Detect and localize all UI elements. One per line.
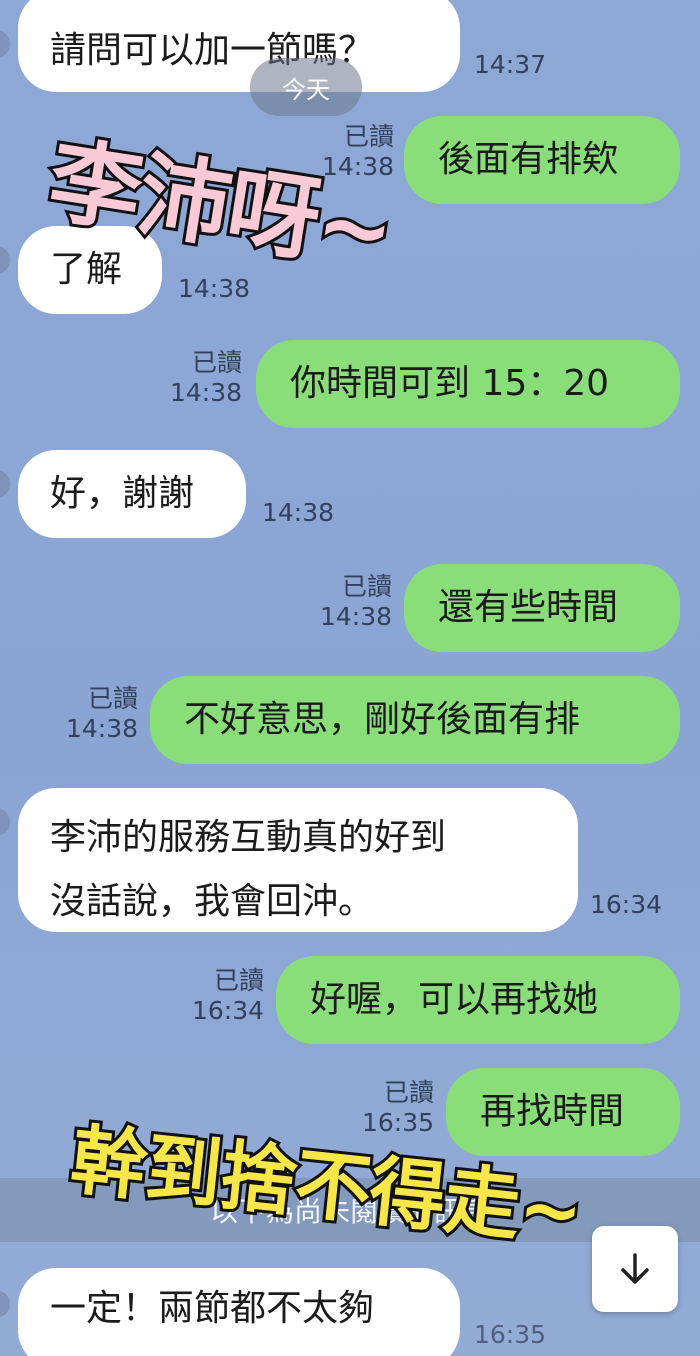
message-meta: 14:38	[178, 274, 250, 304]
scroll-to-bottom-button[interactable]	[592, 1226, 678, 1312]
message-meta: 已讀 14:38	[320, 572, 392, 632]
message-text: 不好意思，剛好後面有排	[184, 699, 581, 740]
message-meta: 14:37	[474, 50, 546, 80]
message-time: 14:38	[178, 274, 251, 303]
message-time: 16:35	[474, 1320, 547, 1349]
message-bubble-outgoing[interactable]: 還有些時間	[404, 564, 680, 652]
message-bubble-incoming[interactable]: 一定！兩節都不太夠	[18, 1268, 460, 1356]
avatar[interactable]	[0, 1290, 10, 1318]
read-receipt: 已讀	[192, 348, 243, 377]
message-time: 16:34	[590, 890, 663, 919]
message-text: 了解	[50, 249, 123, 290]
chat-screen[interactable]: 請問可以加一節嗎？ 14:37 今天 已讀 14:38 後面有排欸 了解 14:…	[0, 0, 700, 1356]
message-text: 再找時間	[480, 1091, 625, 1132]
avatar[interactable]	[0, 30, 10, 58]
message-time: 14:37	[474, 50, 547, 79]
message-text: 一定！兩節都不太夠	[50, 1288, 375, 1329]
message-text: 你時間可到 15：20	[290, 363, 610, 404]
message-meta: 已讀 14:38	[66, 684, 138, 744]
message-time: 14:38	[320, 602, 393, 631]
message-meta: 14:38	[262, 498, 334, 528]
avatar[interactable]	[0, 808, 10, 836]
message-meta: 16:34	[590, 890, 662, 920]
read-receipt: 已讀	[214, 966, 265, 995]
message-text: 後面有排欸	[438, 139, 619, 180]
message-bubble-outgoing[interactable]: 不好意思，剛好後面有排	[150, 676, 680, 764]
message-text: 好，謝謝	[50, 473, 195, 514]
message-time: 14:38	[66, 714, 139, 743]
avatar[interactable]	[0, 470, 10, 498]
message-bubble-incoming[interactable]: 請問可以加一節嗎？	[18, 0, 460, 92]
message-bubble-outgoing[interactable]: 好喔，可以再找她	[276, 956, 680, 1044]
message-meta: 已讀 16:34	[192, 966, 264, 1026]
message-time: 14:38	[262, 498, 335, 527]
message-bubble-incoming[interactable]: 好，謝謝	[18, 450, 246, 538]
message-text: 還有些時間	[438, 587, 619, 628]
read-receipt: 已讀	[88, 684, 139, 713]
message-time: 14:38	[170, 378, 243, 407]
read-receipt: 已讀	[342, 572, 393, 601]
read-receipt: 已讀	[384, 1078, 435, 1107]
message-meta: 16:35	[474, 1320, 546, 1350]
avatar[interactable]	[0, 246, 10, 274]
message-meta: 已讀 14:38	[170, 348, 242, 408]
message-text-line: 李沛的服務互動真的好到	[50, 817, 447, 858]
read-receipt: 已讀	[344, 122, 395, 151]
date-divider: 今天	[250, 58, 362, 116]
arrow-down-icon	[621, 1253, 649, 1284]
message-bubble-incoming[interactable]: 李沛的服務互動真的好到 沒話說，我會回沖。	[18, 788, 578, 932]
message-bubble-outgoing[interactable]: 你時間可到 15：20	[256, 340, 680, 428]
message-text-line: 沒話說，我會回沖。	[50, 881, 375, 922]
message-bubble-outgoing[interactable]: 後面有排欸	[404, 116, 680, 204]
message-text: 好喔，可以再找她	[310, 979, 599, 1020]
message-time: 16:34	[192, 996, 265, 1025]
